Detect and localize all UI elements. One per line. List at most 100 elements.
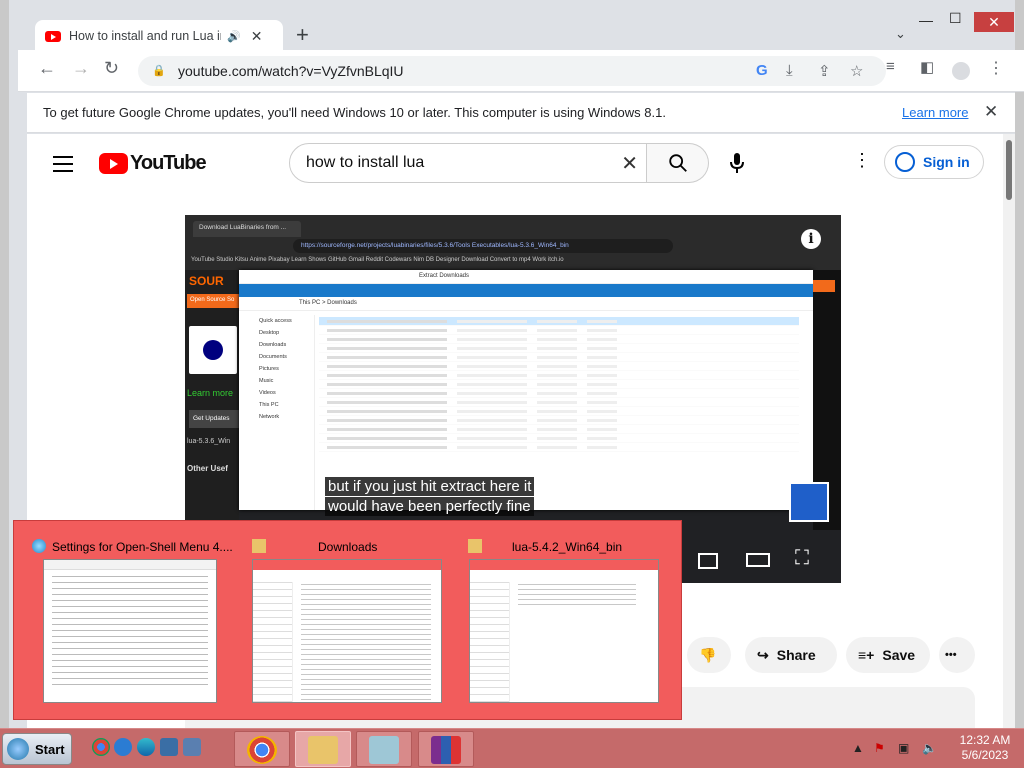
taskbar-winrar-button[interactable] bbox=[418, 731, 474, 767]
google-icon[interactable]: G bbox=[756, 62, 768, 79]
address-bar[interactable]: 🔒 youtube.com/watch?v=VyZfvnBLqIU G ⤓ ⇪ … bbox=[138, 56, 886, 86]
show-hidden-icons[interactable]: ▲ bbox=[852, 741, 864, 755]
infobar-close-button[interactable]: ✕ bbox=[984, 102, 998, 122]
video-channel-thumbnail bbox=[789, 482, 829, 522]
save-label: Save bbox=[882, 647, 916, 663]
bookmark-star-icon[interactable]: ☆ bbox=[850, 62, 863, 80]
lock-icon[interactable]: 🔒 bbox=[152, 64, 166, 77]
hamburger-icon[interactable] bbox=[53, 156, 73, 177]
taskbar-chrome-button[interactable] bbox=[234, 731, 290, 767]
file-row bbox=[319, 335, 799, 344]
edge-icon[interactable] bbox=[137, 738, 155, 756]
more-actions-button[interactable]: ••• bbox=[939, 637, 975, 673]
tab-search-icon[interactable]: ⌄ bbox=[895, 26, 906, 42]
microphone-icon[interactable] bbox=[729, 152, 745, 174]
explorer-nav: Quick access Desktop Downloads Documents… bbox=[239, 315, 315, 510]
save-button[interactable]: ≡+ Save bbox=[846, 637, 930, 673]
tab-close-button[interactable]: ✕ bbox=[251, 28, 263, 45]
start-label: Start bbox=[35, 741, 65, 757]
file-row bbox=[319, 398, 799, 407]
sign-in-button[interactable]: Sign in bbox=[884, 145, 984, 179]
thumbnail-open-shell-settings[interactable]: Settings for Open-Shell Menu 4.... bbox=[14, 521, 244, 721]
internet-explorer-icon[interactable] bbox=[114, 738, 132, 756]
chrome-icon bbox=[247, 736, 277, 764]
reload-icon[interactable]: ↻ bbox=[104, 58, 119, 79]
action-center-icon[interactable]: ⚑ bbox=[874, 741, 885, 755]
caption-line-2: would have been perfectly fine bbox=[325, 497, 534, 516]
update-infobar: To get future Google Chrome updates, you… bbox=[27, 93, 1015, 133]
desktop-icon[interactable] bbox=[160, 738, 178, 756]
system-clock[interactable]: 12:32 AM 5/6/2023 bbox=[950, 733, 1020, 763]
search-query[interactable]: how to install lua bbox=[306, 154, 424, 172]
share-label: Share bbox=[776, 647, 816, 663]
audio-playing-icon[interactable]: 🔊 bbox=[227, 30, 241, 43]
learn-more-link[interactable]: Learn more bbox=[902, 105, 968, 120]
thumbnail-title: Downloads bbox=[318, 540, 378, 554]
page-scrollbar[interactable] bbox=[1003, 134, 1015, 728]
forward-arrow-icon[interactable]: → bbox=[72, 58, 90, 79]
theater-mode-icon[interactable] bbox=[746, 553, 770, 567]
share-page-icon[interactable]: ⇪ bbox=[818, 62, 831, 80]
explorer-ribbon bbox=[239, 284, 813, 297]
network-icon[interactable]: ▣ bbox=[898, 741, 909, 755]
sign-in-label: Sign in bbox=[923, 154, 970, 170]
tab-title: How to install and run Lua in bbox=[69, 29, 221, 43]
taskbar-notepad-button[interactable] bbox=[356, 731, 412, 767]
taskbar-thumbnail-popup: Settings for Open-Shell Menu 4.... Downl… bbox=[13, 520, 682, 720]
caption-line-1: but if you just hit extract here it bbox=[325, 477, 535, 496]
search-input[interactable]: how to install lua ✕ bbox=[289, 143, 647, 183]
share-button[interactable]: ↪ Share bbox=[745, 637, 837, 673]
maximize-button[interactable]: ☐ bbox=[949, 10, 962, 27]
tab-youtube[interactable]: How to install and run Lua in 🔊 ✕ bbox=[35, 20, 283, 52]
file-row bbox=[319, 317, 799, 326]
file-row bbox=[319, 326, 799, 335]
taskbar-explorer-button[interactable] bbox=[295, 731, 351, 767]
video-browser-tab: Download LuaBinaries from ... bbox=[193, 221, 301, 237]
thumbnail-preview bbox=[469, 559, 659, 703]
explorer-nav-item: Desktop bbox=[259, 330, 280, 336]
download-icon[interactable]: ⤓ bbox=[786, 62, 793, 79]
video-bookmarks: YouTube Studio Kitsu Anime Pixabay Learn… bbox=[191, 257, 564, 263]
explorer-nav-item: Network bbox=[259, 414, 280, 420]
clear-icon[interactable]: ✕ bbox=[621, 151, 638, 176]
dislike-button[interactable]: 👎 bbox=[687, 637, 731, 673]
media-icon[interactable]: ≡ bbox=[886, 58, 895, 75]
folder-icon bbox=[252, 539, 266, 553]
info-icon[interactable]: i bbox=[801, 229, 821, 249]
folder-icon bbox=[308, 736, 338, 764]
start-button[interactable]: Start bbox=[2, 733, 72, 765]
volume-muted-icon[interactable]: 🔈 bbox=[922, 741, 937, 755]
settings-menu-icon[interactable]: ⋮ bbox=[853, 150, 871, 171]
youtube-logo[interactable]: YouTube bbox=[99, 152, 207, 175]
share-icon: ↪ bbox=[757, 646, 769, 663]
miniplayer-icon[interactable] bbox=[698, 553, 718, 569]
video-browser-url: https://sourceforge.net/projects/luabina… bbox=[293, 239, 673, 253]
tab-strip: How to install and run Lua in 🔊 ✕ + ⌄ bbox=[18, 10, 1015, 52]
fullscreen-icon[interactable]: ⛶ bbox=[795, 547, 809, 570]
video-site-learn: Learn more bbox=[187, 388, 234, 398]
side-panel-icon[interactable]: ◧ bbox=[920, 58, 934, 76]
url-text[interactable]: youtube.com/watch?v=VyZfvnBLqIU bbox=[178, 63, 404, 79]
file-row bbox=[319, 353, 799, 362]
new-tab-button[interactable]: + bbox=[296, 22, 309, 48]
window-close-button[interactable]: ✕ bbox=[974, 12, 1014, 32]
browser-toolbar: ← → ↻ 🔒 youtube.com/watch?v=VyZfvnBLqIU … bbox=[18, 50, 1024, 92]
chrome-quicklaunch-icon[interactable] bbox=[92, 738, 110, 756]
thumbnail-lua-folder[interactable]: lua-5.4.2_Win64_bin bbox=[454, 521, 683, 721]
explorer-path: This PC > Downloads bbox=[239, 297, 813, 311]
video-site-brand: SOUR bbox=[189, 274, 224, 288]
explorer-file-list bbox=[319, 317, 799, 452]
profile-icon[interactable] bbox=[952, 62, 970, 80]
back-arrow-icon[interactable]: ← bbox=[38, 58, 56, 79]
lua-logo-icon bbox=[189, 326, 237, 374]
search-button[interactable] bbox=[647, 143, 709, 183]
file-row bbox=[319, 434, 799, 443]
menu-dots-icon[interactable]: ⋮ bbox=[988, 58, 1004, 78]
open-shell-icon bbox=[32, 539, 46, 553]
minimize-button[interactable]: — bbox=[919, 12, 933, 28]
explorer-quicklaunch-icon[interactable] bbox=[183, 738, 201, 756]
thumbnail-downloads[interactable]: Downloads bbox=[244, 521, 454, 721]
explorer-nav-item: Quick access bbox=[259, 318, 292, 324]
video-site-banner: Open Source So bbox=[187, 294, 239, 308]
explorer-nav-item: Music bbox=[259, 378, 274, 384]
